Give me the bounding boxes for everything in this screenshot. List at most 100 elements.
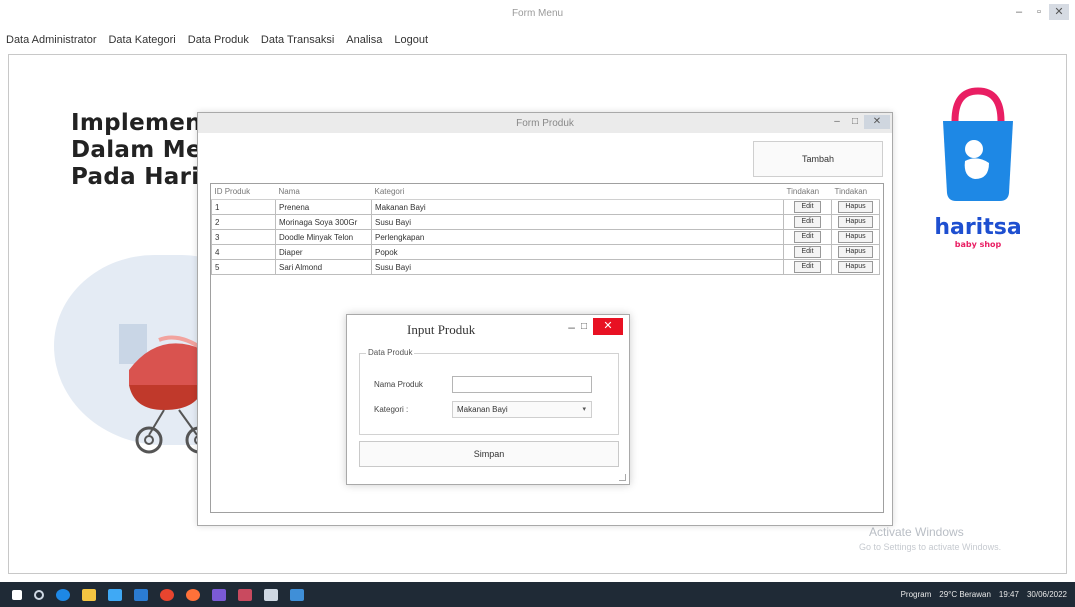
store-icon[interactable] [108,588,122,601]
chevron-down-icon: ▾ [582,406,586,413]
hapus-button[interactable]: Hapus [838,201,873,213]
table-row[interactable]: 5 Sari Almond Susu Bayi Edit Hapus [211,259,880,275]
table-row[interactable]: 2 Morinaga Soya 300Gr Susu Bayi Edit Hap… [211,214,880,230]
cell-id[interactable]: 2 [211,214,276,230]
data-produk-group: Data Produk Nama Produk Kategori : Makan… [359,348,619,435]
cell-nama[interactable]: Prenena [275,199,372,215]
logo-brand-text: haritsa [934,215,1021,240]
visual-studio-icon[interactable] [264,588,278,601]
form-produk-minimize-button[interactable]: – [828,115,846,129]
vscode-icon[interactable] [212,588,226,601]
cell-edit: Edit [783,214,832,230]
headline: Implemen Dalam Me Pada Harit [71,110,211,191]
menu-analisa[interactable]: Analisa [346,34,382,46]
menu-data-transaksi[interactable]: Data Transaksi [261,34,334,46]
hapus-button[interactable]: Hapus [838,231,873,243]
cell-kategori[interactable]: Susu Bayi [371,259,784,275]
input-produk-title: Input Produk [407,322,476,337]
kategori-select-value: Makanan Bayi [457,405,508,414]
hapus-button[interactable]: Hapus [838,246,873,258]
table-row[interactable]: 4 Diaper Popok Edit Hapus [211,244,880,260]
main-close-button[interactable]: ✕ [1049,4,1069,20]
activate-windows-subtitle: Go to Settings to activate Windows. [859,542,1002,552]
menu-data-produk[interactable]: Data Produk [188,34,249,46]
system-tray: Program 29°C Berawan 19:47 30/06/2022 [901,582,1067,607]
cell-nama[interactable]: Doodle Minyak Telon [275,229,372,245]
main-maximize-button[interactable]: ▫ [1029,4,1049,20]
cell-nama[interactable]: Diaper [275,244,372,260]
col-header-tindakan-hapus: Tindakan [831,184,880,200]
cell-hapus: Hapus [831,229,880,245]
edit-button[interactable]: Edit [794,201,821,213]
resize-grip-icon[interactable] [619,474,626,481]
clock-time[interactable]: 19:47 [999,590,1019,599]
headline-line-2: Dalam Me [71,137,202,163]
program-label[interactable]: Program [901,590,932,599]
form-app-icon[interactable] [290,588,304,601]
input-produk-close-button[interactable]: ✕ [593,318,623,335]
input-produk-titlebar: Input Produk – □ ✕ [347,315,629,343]
cell-kategori[interactable]: Popok [371,244,784,260]
windows-start-icon[interactable] [12,589,22,600]
desktop: Form Menu – ▫ ✕ Data Administrator Data … [0,0,1075,607]
search-icon[interactable] [34,589,44,600]
cell-nama[interactable]: Sari Almond [275,259,372,275]
edit-button[interactable]: Edit [794,246,821,258]
form-produk-title: Form Produk [516,118,574,129]
cell-kategori[interactable]: Makanan Bayi [371,199,784,215]
mail-icon[interactable] [134,588,148,601]
form-produk-controls: – □ ✕ [828,115,890,129]
cell-edit: Edit [783,229,832,245]
kategori-select[interactable]: Makanan Bayi ▾ [452,401,592,418]
headline-line-1: Implemen [71,110,202,136]
table-header-row: ID Produk Nama Kategori Tindakan Tindaka… [211,184,880,200]
col-header-tindakan-edit: Tindakan [783,184,832,200]
input-produk-minimize-button[interactable]: – [568,320,575,334]
edge-icon[interactable] [56,588,70,601]
input-produk-dialog: Input Produk – □ ✕ Data Produk Nama Prod… [346,314,630,485]
file-explorer-icon[interactable] [82,588,96,601]
cell-hapus: Hapus [831,214,880,230]
main-window-title: Form Menu [511,8,564,19]
cell-edit: Edit [783,199,832,215]
form-produk-close-button[interactable]: ✕ [864,115,890,129]
edit-button[interactable]: Edit [794,231,821,243]
simpan-button[interactable]: Simpan [359,441,619,467]
cell-id[interactable]: 5 [211,259,276,275]
weather-text[interactable]: 29°C Berawan [939,590,991,599]
nama-produk-input[interactable] [452,376,592,393]
menu-bar: Data Administrator Data Kategori Data Pr… [0,28,1075,52]
clock-date[interactable]: 30/06/2022 [1027,590,1067,599]
cell-nama[interactable]: Morinaga Soya 300Gr [275,214,372,230]
tambah-button[interactable]: Tambah [753,141,883,177]
activate-windows-title: Activate Windows [869,525,964,539]
edit-button[interactable]: Edit [794,216,821,228]
cell-id[interactable]: 3 [211,229,276,245]
main-minimize-button[interactable]: – [1009,4,1029,20]
firefox-icon[interactable] [186,588,200,601]
cell-kategori[interactable]: Susu Bayi [371,214,784,230]
nama-produk-label: Nama Produk [374,380,423,389]
hapus-button[interactable]: Hapus [838,216,873,228]
produk-table: ID Produk Nama Kategori Tindakan Tindaka… [211,184,880,275]
menu-data-kategori[interactable]: Data Kategori [108,34,175,46]
input-produk-maximize-button[interactable]: □ [581,321,587,332]
cell-id[interactable]: 4 [211,244,276,260]
menu-logout[interactable]: Logout [394,34,428,46]
col-header-nama: Nama [275,184,372,200]
data-produk-group-label: Data Produk [366,348,415,357]
form-produk-maximize-button[interactable]: □ [846,115,864,129]
app-icon[interactable] [238,588,252,601]
hapus-button[interactable]: Hapus [838,261,873,273]
main-window-controls: – ▫ ✕ [1009,4,1069,20]
table-row[interactable]: 1 Prenena Makanan Bayi Edit Hapus [211,199,880,215]
cell-id[interactable]: 1 [211,199,276,215]
opera-icon[interactable] [160,588,174,601]
input-produk-controls: – □ ✕ [568,318,623,335]
menu-data-administrator[interactable]: Data Administrator [6,34,96,46]
table-row[interactable]: 3 Doodle Minyak Telon Perlengkapan Edit … [211,229,880,245]
cell-kategori[interactable]: Perlengkapan [371,229,784,245]
edit-button[interactable]: Edit [794,261,821,273]
form-produk-titlebar: Form Produk – □ ✕ [198,113,892,133]
cell-edit: Edit [783,259,832,275]
